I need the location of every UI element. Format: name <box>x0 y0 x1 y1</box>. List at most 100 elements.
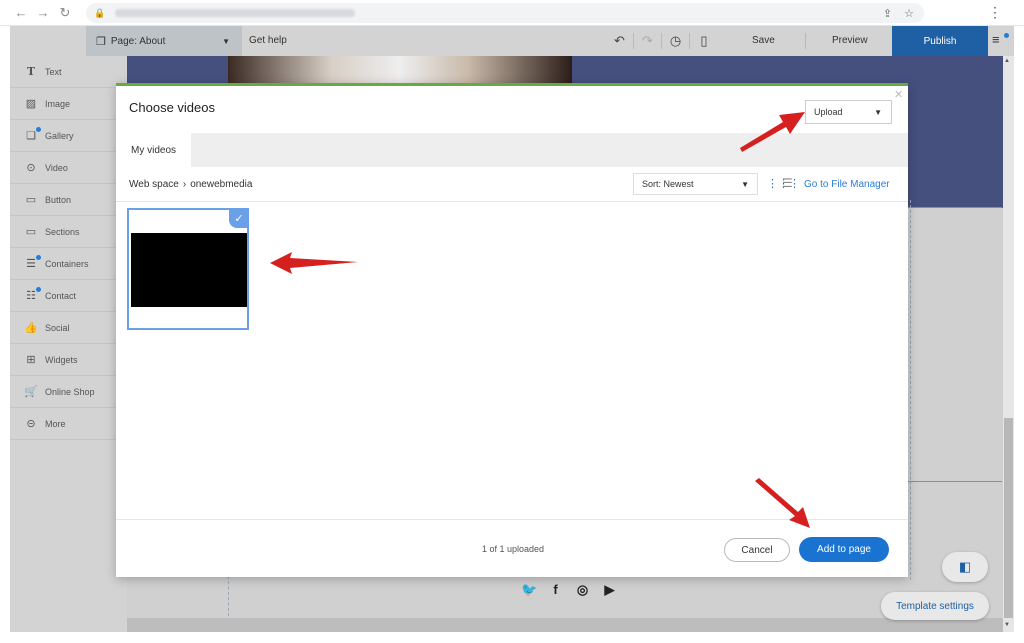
sidebar-item-online-shop[interactable]: 🛒 Online Shop <box>10 376 127 408</box>
cart-icon: 🛒 <box>24 386 38 398</box>
sidebar-item-label: Video <box>45 162 68 173</box>
caret-down-icon: ▼ <box>222 36 230 46</box>
menu-icon[interactable]: ≡ <box>992 32 1009 48</box>
sidebar-item-label: Social <box>45 322 70 333</box>
upload-dropdown[interactable]: Upload ▼ <box>805 100 892 124</box>
sidebar-item-label: Widgets <box>45 354 78 365</box>
history-icon[interactable]: ◷ <box>662 33 690 49</box>
tab-bar <box>116 133 908 167</box>
cancel-button[interactable]: Cancel <box>724 538 790 562</box>
contact-icon: ☷ <box>24 287 41 302</box>
caret-down-icon: ▼ <box>741 179 749 189</box>
address-bar[interactable]: 🔒 ⇪ ☆ <box>86 3 924 23</box>
layout-guide <box>228 576 229 616</box>
twitter-icon[interactable]: 🐦 <box>521 582 537 598</box>
text-icon: T <box>26 65 36 78</box>
sidebar-item-gallery[interactable]: ❏ Gallery <box>10 120 127 152</box>
page-selector-label: Page: About <box>110 35 166 47</box>
redo-icon[interactable]: ↷ <box>634 33 662 49</box>
sidebar-item-contact[interactable]: ☷ Contact <box>10 280 127 312</box>
sidebar-item-label: Image <box>45 98 71 109</box>
arrow-right-icon[interactable]: → <box>32 5 54 20</box>
template-settings-button[interactable]: Template settings <box>881 592 989 620</box>
video-thumbnail[interactable]: ✓ <box>127 208 249 330</box>
sidebar-item-label: Gallery <box>45 130 74 141</box>
sidebar-item-social[interactable]: 👍 Social <box>10 312 127 344</box>
sidebar-item-label: Sections <box>45 226 80 237</box>
sidebar-item-label: More <box>45 418 66 429</box>
add-to-page-button[interactable]: Add to page <box>799 537 889 562</box>
instagram-icon[interactable]: ◎ <box>575 582 590 598</box>
layout-guide <box>910 200 911 580</box>
divider <box>805 33 806 49</box>
lock-icon: 🔒 <box>94 7 106 18</box>
video-icon: ⊙ <box>26 162 36 174</box>
sidebar-item-widgets[interactable]: ⊞ Widgets <box>10 344 127 376</box>
page-icon: ❐ <box>96 35 106 48</box>
footer-strip <box>127 618 1003 632</box>
more-icon: ⊝ <box>26 418 36 430</box>
arrow-left-icon[interactable]: ← <box>10 5 32 20</box>
palette-icon: ◧ <box>958 559 972 574</box>
kebab-icon[interactable]: ⋮ <box>988 4 1002 21</box>
containers-icon: ☰ <box>24 255 41 270</box>
undo-icon[interactable]: ↶ <box>606 33 634 49</box>
social-icon: 👍 <box>24 322 38 334</box>
mobile-view-icon[interactable]: ▯ <box>690 33 718 49</box>
divider <box>116 519 908 520</box>
sidebar-item-sections[interactable]: ▭ Sections <box>10 216 127 248</box>
section-guide <box>908 481 1002 482</box>
check-icon[interactable]: ✓ <box>229 208 249 228</box>
sidebar-item-label: Text <box>45 66 62 77</box>
design-settings-button[interactable]: ◧ <box>942 552 988 582</box>
list-view-icon[interactable]: ☰ <box>782 176 793 190</box>
breadcrumb-folder: onewebmedia <box>190 179 253 190</box>
close-icon[interactable]: ✕ <box>894 88 903 101</box>
sidebar-item-text[interactable]: T Text <box>10 56 127 88</box>
sidebar-item-more[interactable]: ⊝ More <box>10 408 127 440</box>
video-preview <box>131 233 247 307</box>
sidebar-item-label: Online Shop <box>45 386 95 397</box>
reload-icon[interactable]: ↻ <box>54 5 76 21</box>
sidebar-item-image[interactable]: ▨ Image <box>10 88 127 120</box>
sort-dropdown[interactable]: Sort: Newest ▼ <box>633 173 758 195</box>
star-icon[interactable]: ☆ <box>904 7 914 20</box>
save-button[interactable]: Save <box>752 35 775 46</box>
sidebar-item-button[interactable]: ▭ Button <box>10 184 127 216</box>
preview-button[interactable]: Preview <box>832 35 868 46</box>
divider <box>116 201 908 202</box>
section-guide <box>908 207 1002 208</box>
upload-dropdown-label: Upload <box>814 107 843 117</box>
header-photo <box>228 56 572 86</box>
youtube-icon[interactable]: ▶ <box>602 582 617 598</box>
publish-button[interactable]: Publish <box>892 26 988 56</box>
sidebar-item-label: Containers <box>45 258 89 269</box>
scroll-up-icon[interactable]: ▲ <box>1004 58 1010 64</box>
image-icon: ▨ <box>25 98 37 110</box>
element-sidebar: T Text ▨ Image ❏ Gallery ⊙ Video ▭ Button ▭ Se… <box>10 56 127 632</box>
editor-toolbar: ❐ Page: About ▼ Get help ↶ ↷ ◷ ▯ Save Pr… <box>10 26 1014 56</box>
browser-toolbar: ← → ↻ 🔒 ⇪ ☆ ⋮ <box>0 0 1024 26</box>
scroll-down-icon[interactable]: ▼ <box>1004 622 1010 628</box>
tab-my-videos[interactable]: My videos <box>116 133 191 167</box>
sidebar-item-video[interactable]: ⊙ Video <box>10 152 127 184</box>
social-icons: 🐦 f ◎ ▶ <box>521 582 617 598</box>
sidebar-item-containers[interactable]: ☰ Containers <box>10 248 127 280</box>
sort-dropdown-label: Sort: Newest <box>642 179 694 189</box>
share-icon[interactable]: ⇪ <box>883 7 892 20</box>
file-manager-link[interactable]: Go to File Manager <box>804 179 890 190</box>
gallery-icon: ❏ <box>24 127 41 142</box>
page-selector[interactable]: ❐ Page: About ▼ <box>86 26 242 56</box>
facebook-icon[interactable]: f <box>548 582 563 598</box>
widgets-icon: ⊞ <box>26 354 36 366</box>
scrollbar-thumb[interactable] <box>1004 418 1013 618</box>
sidebar-item-label: Contact <box>45 290 77 301</box>
upload-status: 1 of 1 uploaded <box>482 544 545 554</box>
breadcrumb-root[interactable]: Web space <box>129 179 179 190</box>
choose-videos-dialog: Choose videos ✕ Upload ▼ My videos Web s… <box>116 83 908 577</box>
caret-down-icon: ▼ <box>874 107 882 117</box>
get-help-link[interactable]: Get help <box>249 35 287 46</box>
breadcrumb: Web space › onewebmedia <box>129 179 252 190</box>
dialog-title: Choose videos <box>129 100 215 115</box>
sections-icon: ▭ <box>25 226 37 238</box>
